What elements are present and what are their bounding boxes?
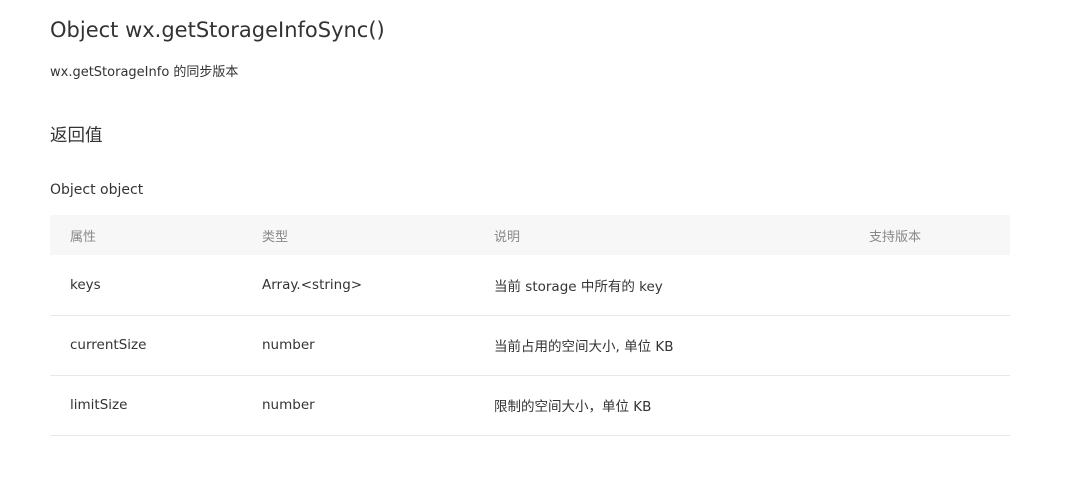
- cell-version: [849, 375, 1010, 436]
- cell-description: 限制的空间大小，单位 KB: [474, 375, 849, 436]
- header-version: 支持版本: [849, 215, 1010, 255]
- cell-attribute: currentSize: [50, 315, 242, 376]
- table-header-row: 属性 类型 说明 支持版本: [50, 215, 1010, 255]
- cell-type: number: [242, 315, 474, 376]
- properties-table: 属性 类型 说明 支持版本 keys Array.<string> 当前 sto…: [50, 215, 1010, 436]
- cell-description: 当前占用的空间大小, 单位 KB: [474, 315, 849, 376]
- api-description: wx.getStorageInfo 的同步版本: [50, 65, 239, 80]
- cell-version: [849, 315, 1010, 376]
- header-attribute: 属性: [50, 215, 242, 255]
- cell-description: 当前 storage 中所有的 key: [474, 255, 849, 316]
- doc-page: Object wx.getStorageInfoSync() wx.getSto…: [0, 0, 1073, 495]
- table-row: currentSize number 当前占用的空间大小, 单位 KB: [50, 315, 1010, 376]
- cell-attribute: limitSize: [50, 375, 242, 436]
- return-type: Object object: [50, 182, 144, 198]
- return-value-heading: 返回值: [50, 126, 103, 146]
- header-description: 说明: [474, 215, 849, 255]
- cell-type: number: [242, 375, 474, 436]
- page-title: Object wx.getStorageInfoSync(): [50, 18, 385, 42]
- cell-version: [849, 255, 1010, 316]
- cell-attribute: keys: [50, 255, 242, 316]
- table-row: keys Array.<string> 当前 storage 中所有的 key: [50, 255, 1010, 316]
- table-row: limitSize number 限制的空间大小，单位 KB: [50, 375, 1010, 436]
- header-type: 类型: [242, 215, 474, 255]
- cell-type: Array.<string>: [242, 255, 474, 316]
